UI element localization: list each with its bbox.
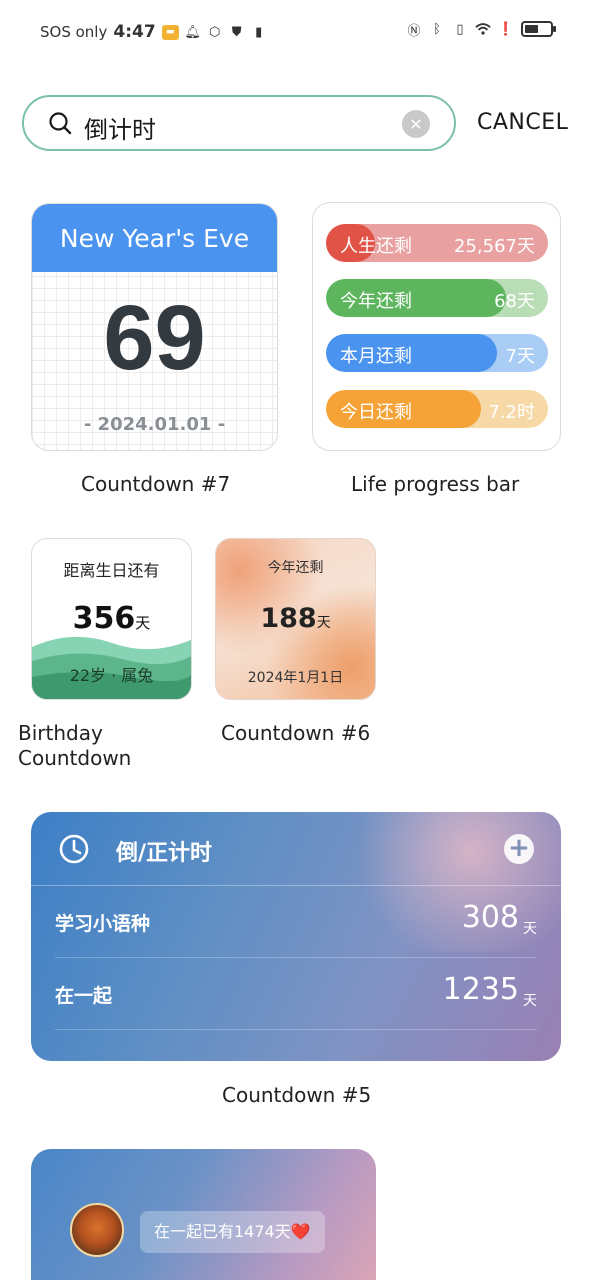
progress-bar-life: 人生还剩 25,567天	[326, 224, 548, 262]
widget-countdown-5[interactable]: 倒/正计时 + 学习小语种 308 天 在一起 1235 天	[31, 812, 561, 1061]
avatar	[70, 1203, 124, 1257]
widget-caption: Life progress bar	[351, 472, 520, 496]
widget-caption-line2: Countdown	[18, 746, 132, 770]
target-date: - 2024.01.01 -	[83, 414, 226, 435]
app-notification-icon: ▬	[161, 24, 179, 40]
widget-title: 倒/正计时	[116, 841, 213, 866]
row-unit: 天	[523, 921, 537, 937]
message-bubble: 在一起已有1474天❤️	[140, 1211, 325, 1253]
days-number: 188	[260, 603, 317, 634]
widget-together-counter[interactable]: 在一起已有1474天❤️	[31, 1149, 376, 1280]
bell-icon: 🔔︎	[184, 24, 201, 40]
countdown-row: 在一起 1235 天	[55, 958, 537, 1030]
widget-countdown-6[interactable]: 今年还剩 188天 2024年1月1日	[215, 538, 376, 700]
clock-time: 4:47	[113, 22, 156, 42]
row-value: 1235	[442, 972, 519, 1007]
countdown-title: 今年还剩	[267, 560, 324, 576]
widget-life-progress[interactable]: 人生还剩 25,567天 今年还剩 68天 本月还剩 7天 今日还剩 7.2时	[312, 202, 561, 451]
carrier-label: SOS only	[40, 23, 108, 41]
widget-header: 倒/正计时 +	[31, 812, 561, 886]
progress-bar-year: 今年还剩 68天	[326, 279, 548, 317]
widget-caption: Countdown #5	[222, 1083, 372, 1107]
battery-icon	[521, 21, 556, 37]
row-name: 在一起	[55, 985, 113, 1007]
battery-level	[525, 25, 539, 33]
countdown-row: 学习小语种 308 天	[55, 886, 537, 958]
progress-value: 7.2时	[488, 402, 535, 423]
wifi-icon	[475, 21, 491, 37]
clear-search-button[interactable]: ✕	[402, 110, 430, 138]
status-left: SOS only 4:47 ▬ 🔔︎ ⬡ ⛊ ▮	[40, 22, 267, 42]
progress-label: 人生还剩	[340, 236, 412, 257]
nfc-icon: Ⓝ	[407, 23, 421, 39]
progress-value: 68天	[494, 291, 535, 312]
search-field[interactable]: 倒计时 ✕	[22, 95, 456, 151]
bluetooth-icon: ᛒ	[433, 21, 441, 37]
age-zodiac: 22岁 · 属兔	[69, 666, 154, 685]
alert-icon: ▮	[255, 24, 263, 40]
widget-birthday-countdown[interactable]: 距离生日还有 356天 22岁 · 属兔	[31, 538, 192, 700]
row-name: 学习小语种	[55, 913, 151, 935]
progress-value: 7天	[505, 346, 535, 367]
signal-alert-icon: ❗	[497, 21, 515, 37]
widget-countdown-7[interactable]: New Year's Eve 69 - 2024.01.01 -	[31, 203, 278, 451]
progress-value: 25,567天	[454, 236, 535, 257]
row-value: 308	[461, 900, 519, 935]
shield-icon: ⛊	[231, 24, 242, 40]
box-icon: ⬡	[208, 24, 221, 40]
progress-bar-month: 本月还剩 7天	[326, 334, 548, 372]
widget-caption-line1: Birthday	[18, 721, 103, 745]
search-input-value[interactable]: 倒计时	[84, 110, 156, 145]
birthday-title: 距离生日还有	[63, 561, 160, 580]
widget-caption: Countdown #7	[81, 472, 231, 496]
search-icon	[49, 112, 72, 135]
close-icon: ✕	[409, 114, 423, 134]
clock-icon	[59, 834, 89, 864]
widget-caption: Countdown #6	[221, 721, 371, 745]
days-count: 188天	[216, 603, 375, 634]
row-unit: 天	[523, 993, 537, 1009]
progress-label: 本月还剩	[340, 346, 412, 367]
target-date: 2024年1月1日	[247, 670, 344, 686]
days-unit: 天	[316, 615, 331, 631]
progress-bar-day: 今日还剩 7.2时	[326, 390, 548, 428]
cancel-button[interactable]: CANCEL	[477, 110, 568, 135]
add-icon[interactable]: +	[504, 834, 534, 864]
progress-label: 今年还剩	[340, 291, 412, 312]
status-bar: SOS only 4:47 ▬ 🔔︎ ⬡ ⛊ ▮ Ⓝ ᛒ ▯ ❗	[0, 0, 591, 66]
vibrate-icon: ▯	[456, 21, 464, 37]
widget-header: New Year's Eve	[32, 204, 277, 272]
status-right: Ⓝ ᛒ ▯ ❗	[406, 21, 556, 39]
days-count: 69	[103, 287, 206, 389]
progress-label: 今日还剩	[340, 402, 412, 423]
